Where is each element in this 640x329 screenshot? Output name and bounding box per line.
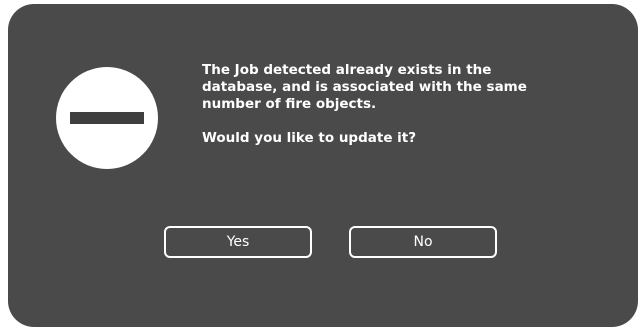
no-button[interactable]: No — [349, 226, 497, 258]
dialog-message: The Job detected already exists in the d… — [202, 62, 582, 147]
dialog-message-text: The Job detected already exists in the d… — [202, 62, 527, 112]
stop-icon-bar — [70, 112, 144, 124]
confirmation-dialog: The Job detected already exists in the d… — [8, 4, 638, 327]
dialog-question: Would you like to update it? — [202, 130, 417, 146]
stop-icon — [56, 67, 158, 169]
yes-button[interactable]: Yes — [164, 226, 312, 258]
